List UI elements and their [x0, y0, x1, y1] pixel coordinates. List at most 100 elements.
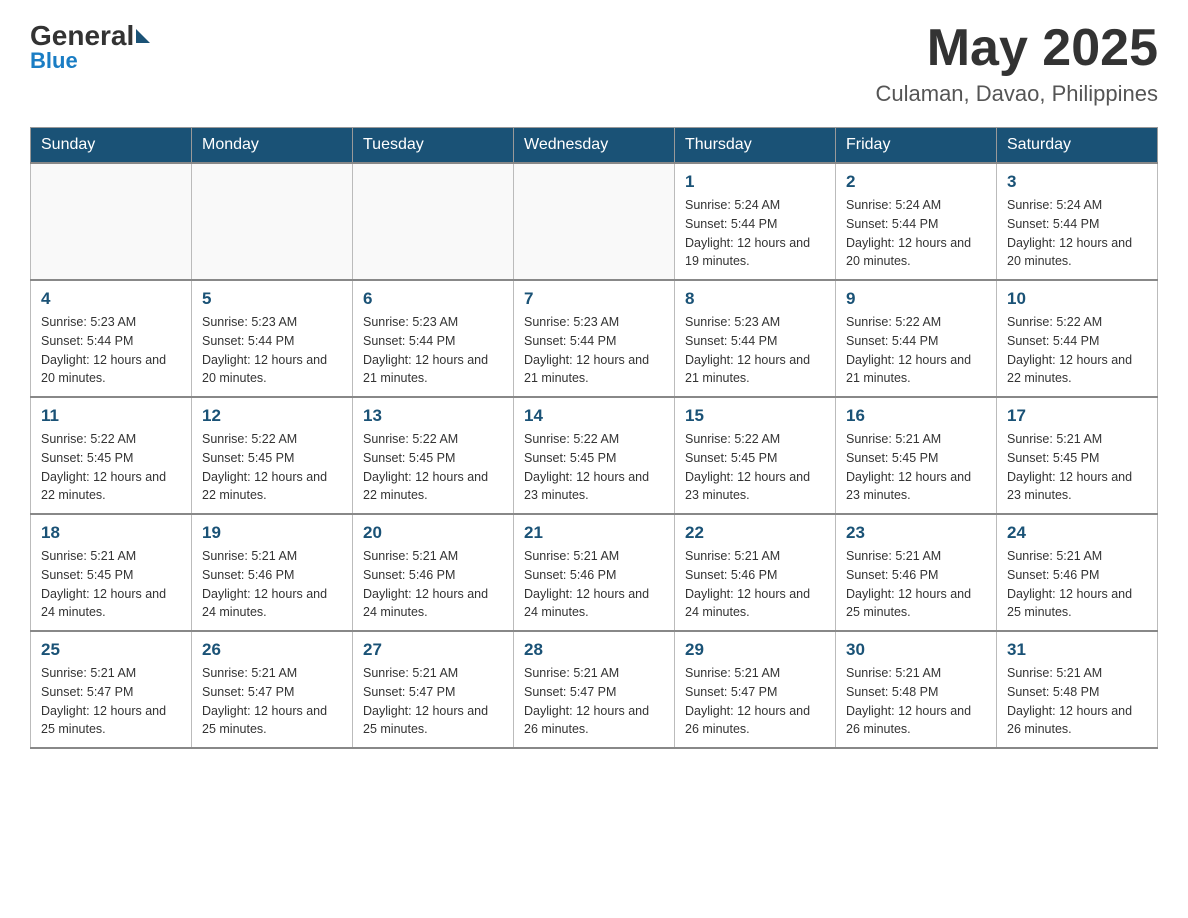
weekday-header-row: SundayMondayTuesdayWednesdayThursdayFrid… [31, 128, 1158, 164]
calendar-cell [31, 163, 192, 280]
weekday-header-friday: Friday [836, 128, 997, 164]
month-title: May 2025 [876, 20, 1159, 77]
day-info: Sunrise: 5:21 AM Sunset: 5:46 PM Dayligh… [524, 547, 664, 622]
calendar-cell: 12 Sunrise: 5:22 AM Sunset: 5:45 PM Dayli… [192, 397, 353, 514]
logo-blue: Blue [30, 48, 78, 74]
logo: General Blue [30, 20, 152, 74]
day-number: 31 [1007, 640, 1147, 660]
calendar-cell: 16Sunrise: 5:21 AM Sunset: 5:45 PM Dayli… [836, 397, 997, 514]
calendar-cell: 1Sunrise: 5:24 AM Sunset: 5:44 PM Daylig… [675, 163, 836, 280]
day-info: Sunrise: 5:22 AM Sunset: 5:44 PM Dayligh… [846, 313, 986, 388]
calendar-table: SundayMondayTuesdayWednesdayThursdayFrid… [30, 127, 1158, 749]
calendar-cell: 14 Sunrise: 5:22 AM Sunset: 5:45 PM Dayli… [514, 397, 675, 514]
day-number: 6 [363, 289, 503, 309]
day-number: 12 [202, 406, 342, 426]
day-number: 17 [1007, 406, 1147, 426]
calendar-week-3: 11 Sunrise: 5:22 AM Sunset: 5:45 PM Dayli… [31, 397, 1158, 514]
calendar-cell: 26Sunrise: 5:21 AM Sunset: 5:47 PM Dayli… [192, 631, 353, 748]
calendar-cell: 5 Sunrise: 5:23 AM Sunset: 5:44 PM Daylig… [192, 280, 353, 397]
day-info: Sunrise: 5:23 AM Sunset: 5:44 PM Dayligh… [41, 313, 181, 388]
day-info: Sunrise: 5:21 AM Sunset: 5:47 PM Dayligh… [202, 664, 342, 739]
calendar-cell: 7 Sunrise: 5:23 AM Sunset: 5:44 PM Daylig… [514, 280, 675, 397]
day-info: Sunrise: 5:21 AM Sunset: 5:45 PM Dayligh… [846, 430, 986, 505]
day-info: Sunrise: 5:21 AM Sunset: 5:48 PM Dayligh… [1007, 664, 1147, 739]
day-info: Sunrise: 5:21 AM Sunset: 5:45 PM Dayligh… [41, 547, 181, 622]
day-number: 22 [685, 523, 825, 543]
day-number: 25 [41, 640, 181, 660]
day-info: Sunrise: 5:21 AM Sunset: 5:47 PM Dayligh… [524, 664, 664, 739]
calendar-week-4: 18Sunrise: 5:21 AM Sunset: 5:45 PM Dayli… [31, 514, 1158, 631]
day-number: 7 [524, 289, 664, 309]
calendar-week-1: 1Sunrise: 5:24 AM Sunset: 5:44 PM Daylig… [31, 163, 1158, 280]
calendar-cell: 21 Sunrise: 5:21 AM Sunset: 5:46 PM Dayli… [514, 514, 675, 631]
calendar-cell: 11 Sunrise: 5:22 AM Sunset: 5:45 PM Dayli… [31, 397, 192, 514]
day-info: Sunrise: 5:21 AM Sunset: 5:46 PM Dayligh… [202, 547, 342, 622]
calendar-cell: 17 Sunrise: 5:21 AM Sunset: 5:45 PM Dayli… [997, 397, 1158, 514]
day-number: 24 [1007, 523, 1147, 543]
calendar-cell: 4 Sunrise: 5:23 AM Sunset: 5:44 PM Daylig… [31, 280, 192, 397]
day-info: Sunrise: 5:21 AM Sunset: 5:47 PM Dayligh… [685, 664, 825, 739]
calendar-cell: 20 Sunrise: 5:21 AM Sunset: 5:46 PM Dayli… [353, 514, 514, 631]
day-number: 2 [846, 172, 986, 192]
day-info: Sunrise: 5:21 AM Sunset: 5:46 PM Dayligh… [846, 547, 986, 622]
day-info: Sunrise: 5:22 AM Sunset: 5:44 PM Dayligh… [1007, 313, 1147, 388]
calendar-cell: 24 Sunrise: 5:21 AM Sunset: 5:46 PM Dayli… [997, 514, 1158, 631]
calendar-cell [353, 163, 514, 280]
calendar-cell: 19 Sunrise: 5:21 AM Sunset: 5:46 PM Dayli… [192, 514, 353, 631]
day-number: 14 [524, 406, 664, 426]
location: Culaman, Davao, Philippines [876, 81, 1159, 107]
calendar-cell: 30 Sunrise: 5:21 AM Sunset: 5:48 PM Dayli… [836, 631, 997, 748]
day-info: Sunrise: 5:22 AM Sunset: 5:45 PM Dayligh… [202, 430, 342, 505]
day-info: Sunrise: 5:23 AM Sunset: 5:44 PM Dayligh… [524, 313, 664, 388]
day-info: Sunrise: 5:21 AM Sunset: 5:46 PM Dayligh… [1007, 547, 1147, 622]
day-info: Sunrise: 5:22 AM Sunset: 5:45 PM Dayligh… [524, 430, 664, 505]
day-number: 13 [363, 406, 503, 426]
day-info: Sunrise: 5:21 AM Sunset: 5:47 PM Dayligh… [363, 664, 503, 739]
day-number: 27 [363, 640, 503, 660]
day-number: 4 [41, 289, 181, 309]
calendar-cell: 6 Sunrise: 5:23 AM Sunset: 5:44 PM Daylig… [353, 280, 514, 397]
day-info: Sunrise: 5:21 AM Sunset: 5:46 PM Dayligh… [363, 547, 503, 622]
day-info: Sunrise: 5:21 AM Sunset: 5:48 PM Dayligh… [846, 664, 986, 739]
calendar-cell [192, 163, 353, 280]
calendar-cell [514, 163, 675, 280]
day-number: 9 [846, 289, 986, 309]
day-info: Sunrise: 5:22 AM Sunset: 5:45 PM Dayligh… [363, 430, 503, 505]
title-area: May 2025 Culaman, Davao, Philippines [876, 20, 1159, 107]
page-header: General Blue May 2025 Culaman, Davao, Ph… [30, 20, 1158, 107]
day-number: 20 [363, 523, 503, 543]
day-number: 11 [41, 406, 181, 426]
day-number: 21 [524, 523, 664, 543]
day-info: Sunrise: 5:21 AM Sunset: 5:46 PM Dayligh… [685, 547, 825, 622]
calendar-week-5: 25 Sunrise: 5:21 AM Sunset: 5:47 PM Dayli… [31, 631, 1158, 748]
day-number: 5 [202, 289, 342, 309]
day-number: 8 [685, 289, 825, 309]
day-info: Sunrise: 5:21 AM Sunset: 5:45 PM Dayligh… [1007, 430, 1147, 505]
logo-arrow-icon [136, 29, 150, 43]
calendar-cell: 9 Sunrise: 5:22 AM Sunset: 5:44 PM Daylig… [836, 280, 997, 397]
day-number: 29 [685, 640, 825, 660]
calendar-cell: 25 Sunrise: 5:21 AM Sunset: 5:47 PM Dayli… [31, 631, 192, 748]
calendar-cell: 13 Sunrise: 5:22 AM Sunset: 5:45 PM Dayli… [353, 397, 514, 514]
day-number: 19 [202, 523, 342, 543]
weekday-header-thursday: Thursday [675, 128, 836, 164]
weekday-header-tuesday: Tuesday [353, 128, 514, 164]
day-info: Sunrise: 5:23 AM Sunset: 5:44 PM Dayligh… [363, 313, 503, 388]
day-info: Sunrise: 5:21 AM Sunset: 5:47 PM Dayligh… [41, 664, 181, 739]
calendar-cell: 22 Sunrise: 5:21 AM Sunset: 5:46 PM Dayli… [675, 514, 836, 631]
day-number: 3 [1007, 172, 1147, 192]
calendar-cell: 8Sunrise: 5:23 AM Sunset: 5:44 PM Daylig… [675, 280, 836, 397]
day-info: Sunrise: 5:24 AM Sunset: 5:44 PM Dayligh… [685, 196, 825, 271]
day-number: 10 [1007, 289, 1147, 309]
day-number: 23 [846, 523, 986, 543]
calendar-cell: 23 Sunrise: 5:21 AM Sunset: 5:46 PM Dayli… [836, 514, 997, 631]
calendar-cell: 10 Sunrise: 5:22 AM Sunset: 5:44 PM Dayli… [997, 280, 1158, 397]
calendar-cell: 2 Sunrise: 5:24 AM Sunset: 5:44 PM Daylig… [836, 163, 997, 280]
calendar-week-2: 4 Sunrise: 5:23 AM Sunset: 5:44 PM Daylig… [31, 280, 1158, 397]
day-info: Sunrise: 5:22 AM Sunset: 5:45 PM Dayligh… [41, 430, 181, 505]
day-info: Sunrise: 5:24 AM Sunset: 5:44 PM Dayligh… [846, 196, 986, 271]
day-info: Sunrise: 5:23 AM Sunset: 5:44 PM Dayligh… [202, 313, 342, 388]
weekday-header-monday: Monday [192, 128, 353, 164]
calendar-cell: 18Sunrise: 5:21 AM Sunset: 5:45 PM Dayli… [31, 514, 192, 631]
day-number: 30 [846, 640, 986, 660]
